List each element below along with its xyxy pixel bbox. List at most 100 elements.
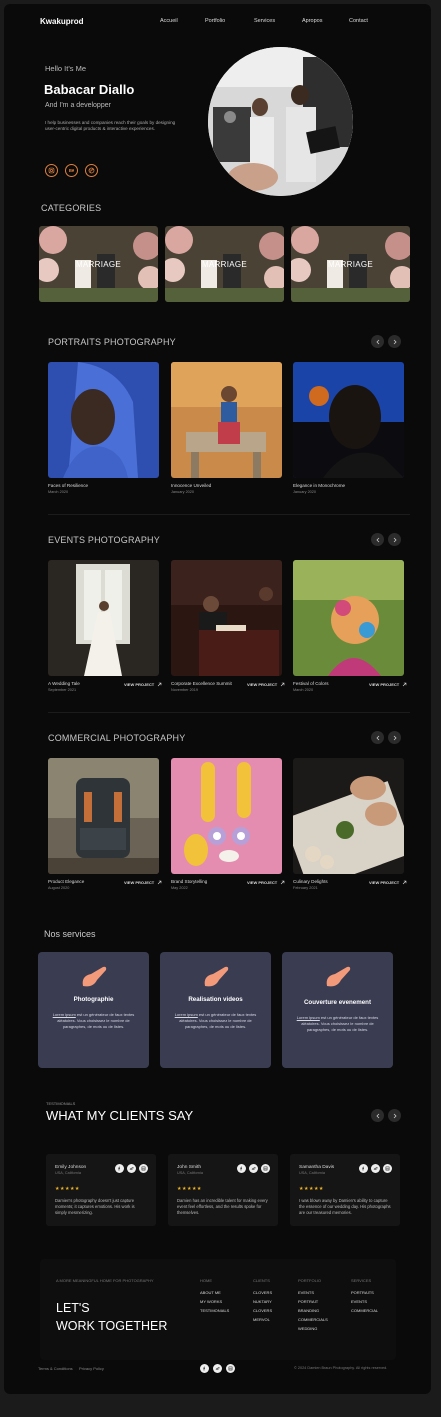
prev-arrow-button[interactable] [371, 335, 384, 348]
footer-link[interactable]: MERVOL [253, 1317, 270, 1322]
twitter-icon[interactable] [127, 1164, 136, 1173]
footer-link[interactable]: MY WORKS [200, 1299, 222, 1304]
categories-title: CATEGORIES [41, 203, 102, 213]
category-label: MARRIAGE [201, 260, 248, 269]
event-title: Festival of Colors [293, 681, 329, 686]
section-divider [48, 712, 410, 713]
view-project-link[interactable]: VIEW PROJECT [369, 880, 407, 885]
behance-icon[interactable]: Bē [65, 164, 78, 177]
service-card[interactable]: Realisation videos Lorem ipsum est un gé… [160, 952, 271, 1068]
footer-link[interactable]: COMMERCIAL [351, 1308, 378, 1313]
twitter-icon[interactable] [371, 1164, 380, 1173]
facebook-icon[interactable] [115, 1164, 124, 1173]
site-logo[interactable]: Kwakuprod [40, 17, 84, 26]
event-photo[interactable] [48, 560, 159, 676]
testimonial-text: Damien has an incredible talent for maki… [177, 1198, 268, 1215]
facebook-icon[interactable] [359, 1164, 368, 1173]
service-link[interactable]: Lorem ipsum [297, 1015, 320, 1020]
service-link[interactable]: Lorem ipsum [53, 1012, 76, 1017]
footer-link[interactable]: ABOUT ME [200, 1290, 221, 1295]
linkedin-icon[interactable] [261, 1164, 270, 1173]
brush-icon [204, 966, 229, 987]
nav-item-portfolio[interactable]: Portfolio [205, 18, 225, 24]
commercial-date: May 2022 [171, 886, 188, 890]
testimonials-kicker: TESTIMONIALS [46, 1101, 76, 1106]
view-project-link[interactable]: VIEW PROJECT [124, 682, 162, 687]
arrow-up-right-icon [403, 880, 407, 885]
portrait-photo[interactable] [293, 362, 404, 478]
service-description: Lorem ipsum est un générateur de faux te… [52, 1012, 135, 1029]
star-rating: ★★★★★ [55, 1186, 80, 1192]
hero-name: Babacar Diallo [44, 82, 135, 97]
footer-link[interactable]: CLOVERS [253, 1290, 272, 1295]
event-photo[interactable] [293, 560, 404, 676]
nav-item-accueil[interactable]: Accueil [160, 18, 178, 24]
facebook-icon[interactable] [200, 1364, 209, 1373]
prev-arrow-button[interactable] [371, 1109, 384, 1122]
view-project-link[interactable]: VIEW PROJECT [247, 880, 285, 885]
testimonial-location: USA, California [55, 1171, 81, 1175]
prev-arrow-button[interactable] [371, 533, 384, 546]
service-title: Photographie [73, 996, 114, 1003]
linkedin-icon[interactable] [226, 1364, 235, 1373]
footer-link[interactable]: CLOVERS [253, 1308, 272, 1313]
category-card[interactable]: MARRIAGE [39, 226, 158, 302]
footer-cta-line1: LET'S [56, 1301, 90, 1315]
terms-link[interactable]: Terms & Conditions [38, 1366, 73, 1371]
portrait-photo[interactable] [171, 362, 282, 478]
service-card[interactable]: Photographie Lorem ipsum est un générate… [38, 952, 149, 1068]
arrow-up-right-icon [158, 880, 162, 885]
commercial-photo[interactable] [48, 758, 159, 874]
copyright: © 2024 Damien Braun Photography. All rig… [294, 1366, 388, 1370]
footer-link[interactable]: EVENTS [351, 1299, 367, 1304]
footer-link[interactable]: EVENTS [298, 1290, 314, 1295]
footer-link[interactable]: WEDDING [298, 1326, 317, 1331]
next-arrow-button[interactable] [388, 1109, 401, 1122]
footer-link[interactable]: BRANDING [298, 1308, 319, 1313]
view-project-link[interactable]: VIEW PROJECT [369, 682, 407, 687]
view-project-link[interactable]: VIEW PROJECT [124, 880, 162, 885]
footer-link[interactable]: PORTRAIT [298, 1299, 318, 1304]
footer-cta-line2: WORK TOGETHER [56, 1319, 168, 1333]
testimonials-title: WHAT MY CLIENTS SAY [46, 1108, 194, 1123]
dribbble-icon[interactable] [85, 164, 98, 177]
twitter-icon[interactable] [249, 1164, 258, 1173]
testimonial-location: USA, California [299, 1171, 325, 1175]
service-description: Lorem ipsum est un générateur de faux te… [174, 1012, 257, 1029]
footer-link[interactable]: PORTRAITS [351, 1290, 374, 1295]
service-title: Realisation videos [188, 996, 243, 1003]
testimonial-text: Damien's photography doesn't just captur… [55, 1198, 135, 1215]
service-link[interactable]: Lorem ipsum [175, 1012, 198, 1017]
hero-role: And I'm a developper [45, 102, 111, 109]
prev-arrow-button[interactable] [371, 731, 384, 744]
footer-link[interactable]: TESTIMONIALS [200, 1308, 229, 1313]
instagram-icon[interactable] [45, 164, 58, 177]
view-project-link[interactable]: VIEW PROJECT [247, 682, 285, 687]
event-photo[interactable] [171, 560, 282, 676]
facebook-icon[interactable] [237, 1164, 246, 1173]
testimonial-card: Samantha Davis USA, California ★★★★★ I w… [290, 1154, 400, 1226]
footer-cta[interactable]: LET'S WORK TOGETHER [56, 1299, 167, 1335]
arrow-up-right-icon [403, 682, 407, 687]
nav-item-apropos[interactable]: Apropos [302, 18, 323, 24]
category-card[interactable]: MARRIAGE [291, 226, 410, 302]
next-arrow-button[interactable] [388, 533, 401, 546]
linkedin-icon[interactable] [383, 1164, 392, 1173]
portrait-title: Elegance in Monochrome [293, 483, 346, 488]
next-arrow-button[interactable] [388, 335, 401, 348]
brush-icon [326, 966, 351, 987]
footer-link[interactable]: COMMERCIALS [298, 1317, 328, 1322]
portrait-photo[interactable] [48, 362, 159, 478]
commercial-photo[interactable] [293, 758, 404, 874]
privacy-link[interactable]: Privacy Policy [79, 1366, 104, 1371]
footer-link[interactable]: NUKTARY [253, 1299, 272, 1304]
service-card[interactable]: Couverture evenement Lorem ipsum est un … [282, 952, 393, 1068]
portraits-title: PORTRAITS PHOTOGRAPHY [48, 337, 176, 347]
commercial-photo[interactable] [171, 758, 282, 874]
nav-item-services[interactable]: Services [254, 18, 275, 24]
twitter-icon[interactable] [213, 1364, 222, 1373]
linkedin-icon[interactable] [139, 1164, 148, 1173]
category-card[interactable]: MARRIAGE [165, 226, 284, 302]
next-arrow-button[interactable] [388, 731, 401, 744]
nav-item-contact[interactable]: Contact [349, 18, 368, 24]
